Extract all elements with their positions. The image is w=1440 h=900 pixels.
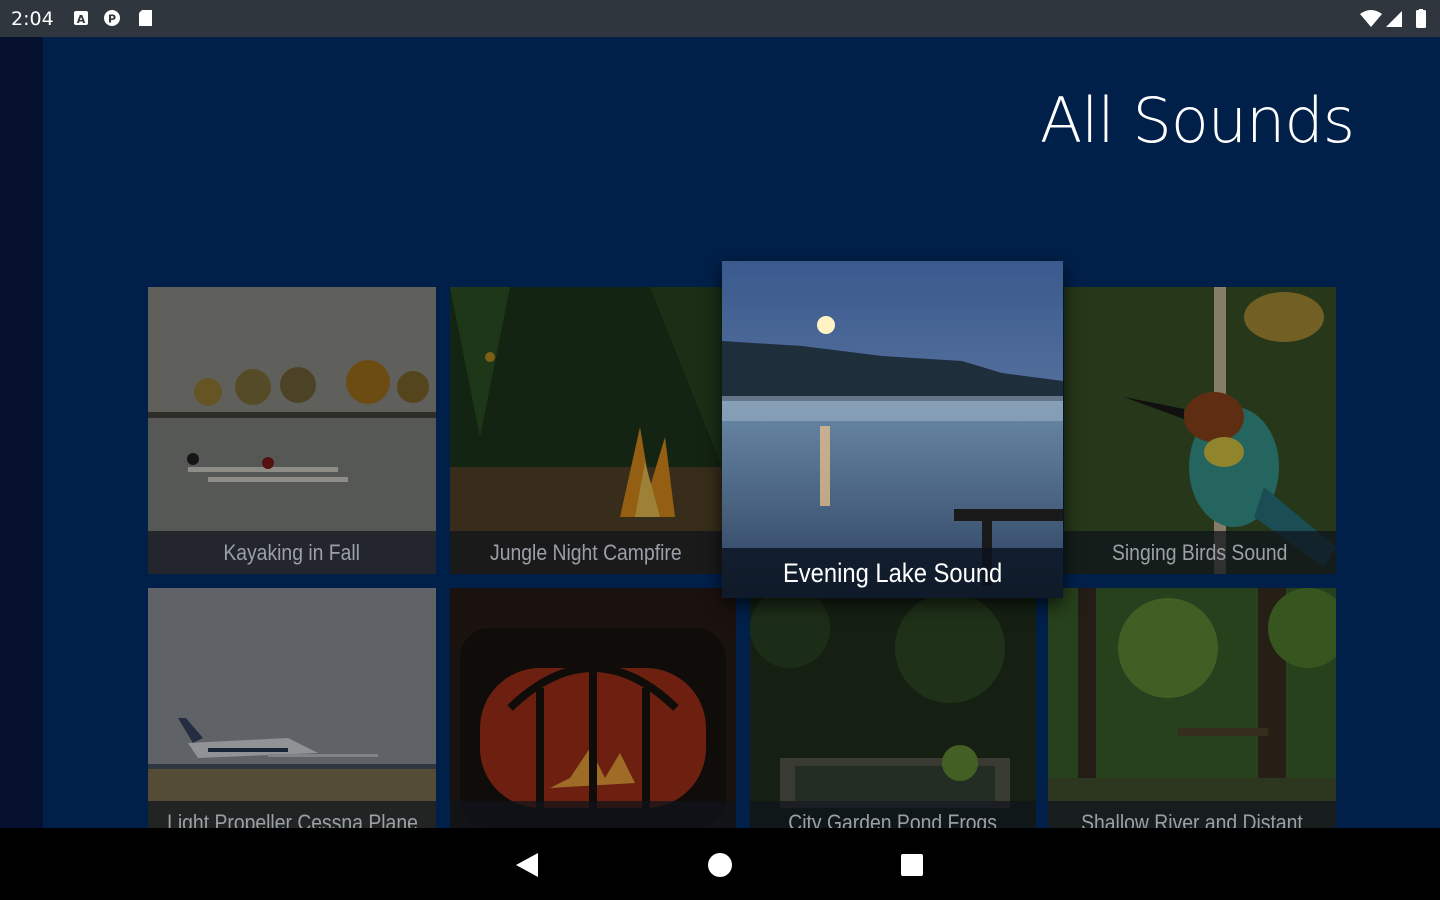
sound-title: Jungle Night Campfire [490, 539, 682, 565]
sound-title: Evening Lake Sound [782, 557, 1003, 588]
a-notification-icon: A [74, 11, 88, 26]
cell-signal-icon [1386, 11, 1402, 27]
svg-text:P: P [108, 13, 116, 26]
sound-card-shallow-river[interactable]: Shallow River and Distant [1048, 588, 1336, 828]
recents-icon[interactable] [897, 850, 927, 880]
status-bar: 2:04 A P [0, 0, 1440, 37]
sound-card-evening-lake[interactable]: Evening Lake Sound [722, 261, 1063, 598]
p-notification-icon: P [104, 10, 120, 26]
sound-card-fireplace[interactable] [450, 588, 736, 828]
sound-title: City Garden Pond Frogs [788, 809, 998, 829]
sound-title: Kayaking in Fall [223, 539, 361, 565]
navigation-bar [0, 828, 1440, 900]
svg-text:A: A [77, 13, 86, 26]
card-label-bar: Shallow River and Distant [1048, 801, 1336, 828]
sound-title: Shallow River and Distant [1081, 809, 1303, 829]
sound-card-singing-birds[interactable]: Singing Birds Sound [1064, 287, 1336, 574]
sound-title: Singing Birds Sound [1112, 539, 1288, 565]
status-right-icons [1360, 9, 1426, 28]
status-time: 2:04 [11, 8, 54, 30]
sound-card-garden-pond-frogs[interactable]: City Garden Pond Frogs [750, 588, 1036, 828]
card-label-bar: City Garden Pond Frogs [750, 801, 1036, 828]
sound-card-kayaking[interactable]: Kayaking in Fall [148, 287, 436, 574]
card-label-bar: Singing Birds Sound [1064, 531, 1336, 574]
sound-title: Light Propeller Cessna Plane [166, 809, 418, 829]
wifi-icon [1360, 10, 1382, 27]
side-rail [0, 37, 43, 828]
card-label-bar: Kayaking in Fall [148, 531, 436, 574]
card-label-bar: Evening Lake Sound [722, 548, 1063, 598]
card-label-bar: Jungle Night Campfire [450, 531, 722, 574]
sound-card-cessna-plane[interactable]: Light Propeller Cessna Plane [148, 588, 436, 828]
home-icon[interactable] [705, 850, 735, 880]
card-label-bar [450, 801, 736, 828]
card-label-bar: Light Propeller Cessna Plane [148, 801, 436, 828]
sound-card-jungle-campfire[interactable]: Jungle Night Campfire [450, 287, 722, 574]
page-title: All Sounds [1039, 84, 1355, 157]
sd-card-icon [139, 10, 152, 26]
battery-icon [1416, 10, 1426, 28]
back-icon[interactable] [512, 850, 542, 880]
